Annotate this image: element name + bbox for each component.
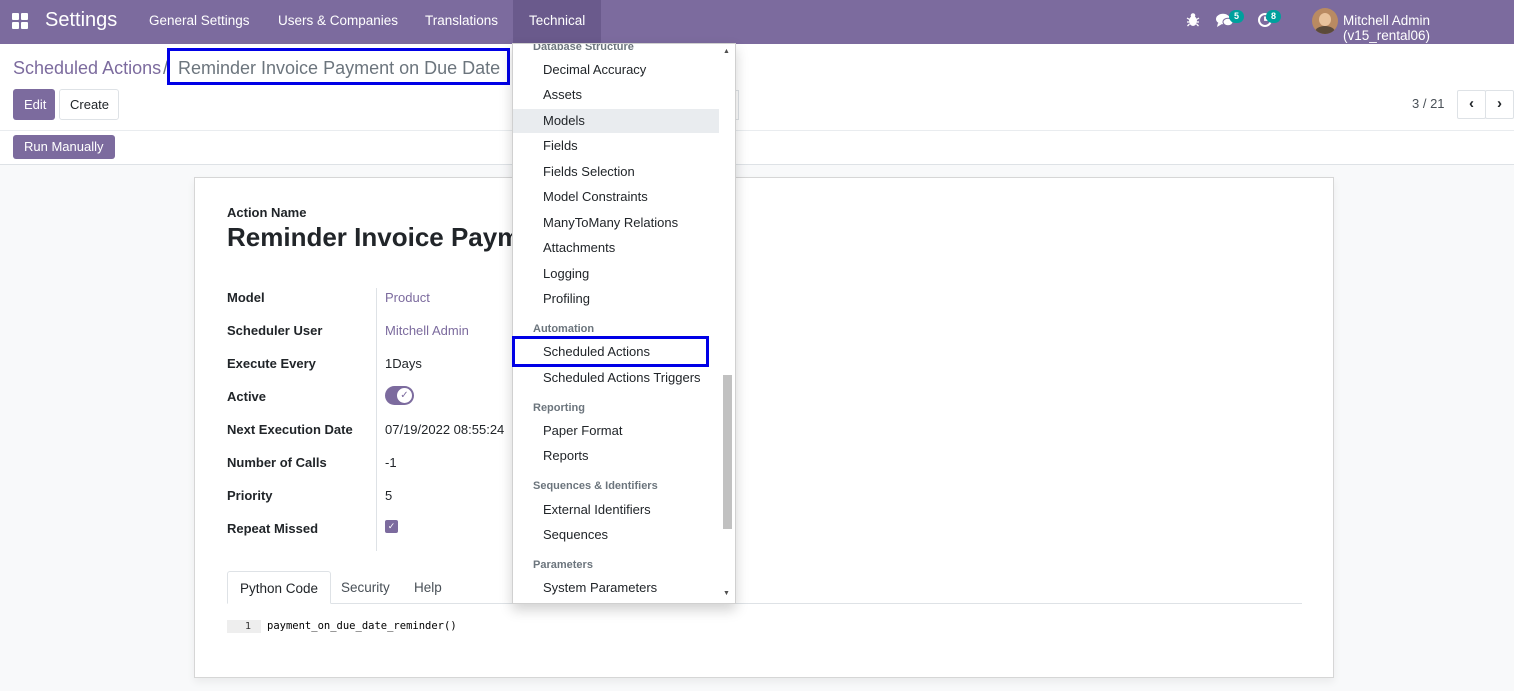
dropdown-item-external-identifiers[interactable]: External Identifiers [513, 498, 719, 522]
scroll-down-arrow-icon[interactable]: ▼ [723, 590, 730, 597]
field-label-execute-every: Execute Every [227, 356, 316, 371]
run-manually-button[interactable]: Run Manually [13, 135, 115, 159]
dropdown-item-paper-format[interactable]: Paper Format [513, 419, 719, 443]
dropdown-item-reports[interactable]: Reports [513, 444, 719, 468]
scroll-up-arrow-icon[interactable]: ▲ [723, 48, 730, 55]
field-label-number-of-calls: Number of Calls [227, 455, 327, 470]
dropdown-header-reporting: Reporting [533, 402, 585, 414]
dropdown-item-fields[interactable]: Fields [513, 134, 719, 158]
apps-grid-icon[interactable] [12, 13, 29, 30]
create-button[interactable]: Create [59, 89, 119, 120]
edit-button[interactable]: Edit [13, 89, 55, 120]
dropdown-item-logging[interactable]: Logging [513, 262, 719, 286]
control-panel: Scheduled Actions / Reminder Invoice Pay… [0, 44, 1514, 165]
control-panel-divider [0, 130, 1514, 131]
dropdown-item-models[interactable]: Models [513, 109, 719, 133]
dropdown-item-decimal-accuracy[interactable]: Decimal Accuracy [513, 58, 719, 82]
active-toggle[interactable] [385, 386, 414, 405]
field-label-next-execution-date: Next Execution Date [227, 422, 353, 437]
field-value-model[interactable]: Product [385, 290, 430, 305]
field-value-scheduler-user[interactable]: Mitchell Admin [385, 323, 469, 338]
chevron-left-icon: ‹ [1469, 95, 1474, 112]
field-divider [376, 288, 377, 551]
annotation-highlight-scheduled-actions [512, 336, 709, 367]
dropdown-item-system-parameters[interactable]: System Parameters [513, 576, 719, 600]
user-avatar[interactable] [1312, 8, 1338, 34]
dropdown-item-assets[interactable]: Assets [513, 83, 719, 107]
tab-help[interactable]: Help [402, 571, 454, 604]
top-navbar: Settings General Settings Users & Compan… [0, 0, 1514, 44]
menu-users-companies[interactable]: Users & Companies [262, 0, 414, 43]
dropdown-item-attachments[interactable]: Attachments [513, 236, 719, 260]
app-brand[interactable]: Settings [45, 9, 117, 32]
pager-value[interactable]: 3 / 21 [1412, 96, 1445, 111]
action-name-label: Action Name [227, 205, 307, 220]
messages-count-badge: 5 [1229, 10, 1245, 23]
field-label-priority: Priority [227, 488, 273, 503]
dropdown-item-sequences[interactable]: Sequences [513, 523, 719, 547]
menu-general-settings[interactable]: General Settings [133, 0, 266, 43]
annotation-highlight-breadcrumb [167, 48, 510, 85]
dropdown-item-model-constraints[interactable]: Model Constraints [513, 185, 719, 209]
technical-dropdown-menu: Database Structure Decimal Accuracy Asse… [512, 43, 736, 604]
scrollbar-thumb[interactable] [723, 375, 732, 529]
pager-previous-button[interactable]: ‹ [1457, 90, 1486, 119]
field-label-repeat-missed: Repeat Missed [227, 521, 319, 536]
dropdown-header-parameters: Parameters [533, 559, 593, 571]
dropdown-item-manytomany-relations[interactable]: ManyToMany Relations [513, 211, 719, 235]
activities-count-badge: 8 [1266, 10, 1282, 23]
dropdown-item-profiling[interactable]: Profiling [513, 287, 719, 311]
field-value-priority: 5 [385, 488, 393, 503]
breadcrumb-scheduled-actions[interactable]: Scheduled Actions [13, 58, 161, 79]
form-sheet: Action Name Reminder Invoice Paym Model … [194, 177, 1334, 678]
tab-security[interactable]: Security [329, 571, 402, 604]
dropdown-item-fields-selection[interactable]: Fields Selection [513, 160, 719, 184]
action-name-value: Reminder Invoice Paym [227, 222, 521, 252]
code-line-number: 1 [227, 620, 261, 633]
python-code-editor[interactable]: payment_on_due_date_reminder() [267, 620, 457, 633]
bug-icon[interactable] [1186, 12, 1200, 31]
menu-technical[interactable]: Technical [513, 0, 602, 43]
chevron-right-icon: › [1497, 95, 1502, 112]
dropdown-item-scheduled-actions-triggers[interactable]: Scheduled Actions Triggers [513, 366, 719, 390]
repeat-missed-checkbox[interactable]: ✓ [385, 520, 398, 533]
field-label-model: Model [227, 290, 265, 305]
menu-translations[interactable]: Translations [409, 0, 514, 43]
dropdown-header-sequences-identifiers: Sequences & Identifiers [533, 480, 658, 492]
field-label-scheduler-user: Scheduler User [227, 323, 323, 338]
pager-next-button[interactable]: › [1485, 90, 1514, 119]
field-value-number-of-calls: -1 [385, 455, 397, 470]
field-value-next-execution-date: 07/19/2022 08:55:24 [385, 422, 505, 437]
field-value-execute-every: 1Days [385, 356, 422, 371]
field-label-active: Active [227, 389, 267, 404]
tab-python-code[interactable]: Python Code [227, 571, 332, 604]
dropdown-header-database-structure: Database Structure [533, 43, 634, 53]
user-menu[interactable]: Mitchell Admin (v15_rental06) [1343, 13, 1514, 43]
dropdown-scrollbar[interactable]: ▲ ▼ [720, 44, 735, 603]
dropdown-header-automation: Automation [533, 323, 595, 335]
